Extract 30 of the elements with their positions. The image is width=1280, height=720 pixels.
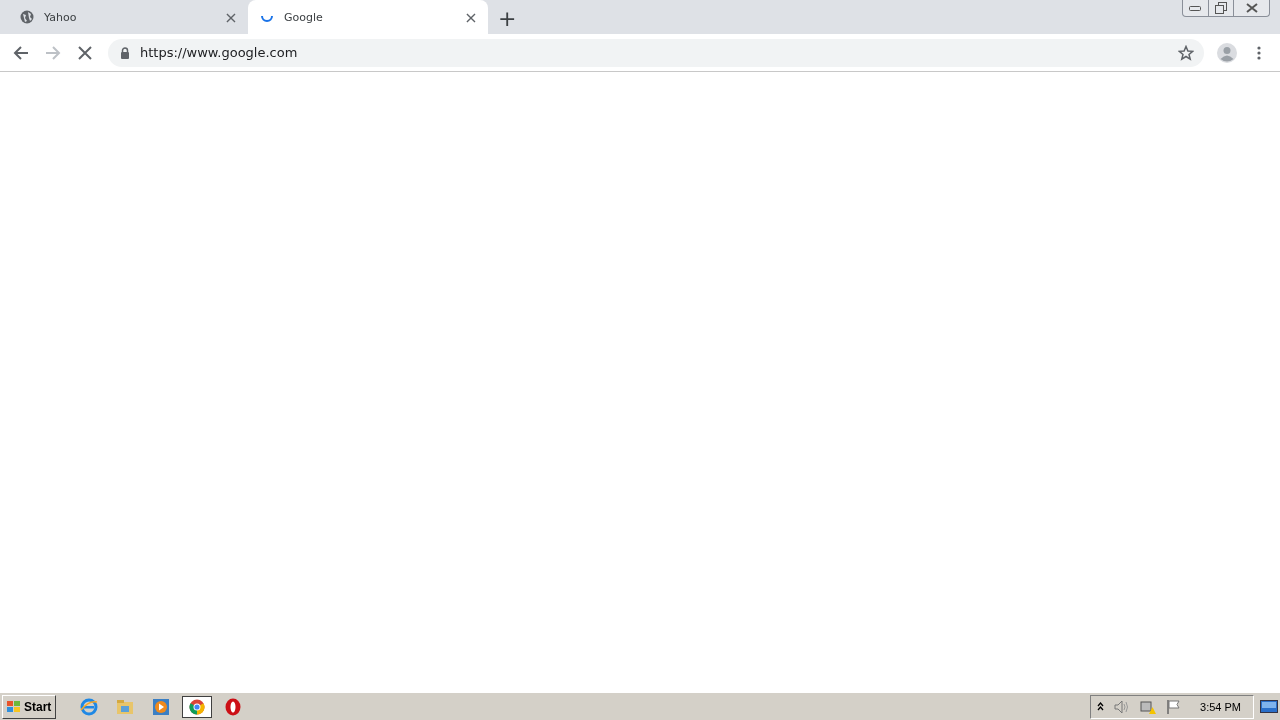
address-bar[interactable]: https://www.google.com [108, 38, 1204, 67]
profile-avatar-icon[interactable] [1217, 42, 1237, 63]
browser-tab[interactable]: Yahoo × [8, 0, 248, 34]
media-player-icon [152, 697, 171, 716]
flag-icon[interactable] [1166, 698, 1183, 715]
browser-tab[interactable]: Google × [248, 0, 488, 34]
start-button[interactable]: Start [2, 694, 57, 719]
left-arrow-icon [13, 44, 29, 61]
lock-icon [120, 46, 130, 59]
close-tab-button[interactable]: × [464, 7, 478, 27]
globe-icon [20, 10, 34, 24]
right-arrow-icon [45, 44, 61, 61]
minimize-icon[interactable] [1189, 5, 1202, 11]
restore-icon[interactable] [1215, 2, 1228, 14]
taskbar-app-button[interactable] [182, 695, 213, 718]
chevron-up-icon[interactable] [1097, 702, 1105, 711]
speaker-icon[interactable] [1114, 699, 1131, 714]
show-desktop-icon[interactable] [1260, 699, 1278, 714]
opera-icon [225, 697, 242, 716]
folder-icon [116, 698, 135, 715]
close-tab-button[interactable]: × [224, 7, 238, 27]
star-icon[interactable] [1178, 44, 1194, 61]
new-tab-button[interactable]: + [498, 8, 517, 30]
menu-icon[interactable] [1257, 45, 1261, 60]
clock[interactable]: 3:54 PM [1200, 700, 1241, 713]
windows-logo-icon [6, 699, 22, 714]
x-icon [78, 45, 92, 60]
chrome-icon [189, 698, 206, 715]
browser-e-icon [80, 697, 99, 716]
close-icon[interactable] [1245, 3, 1258, 13]
